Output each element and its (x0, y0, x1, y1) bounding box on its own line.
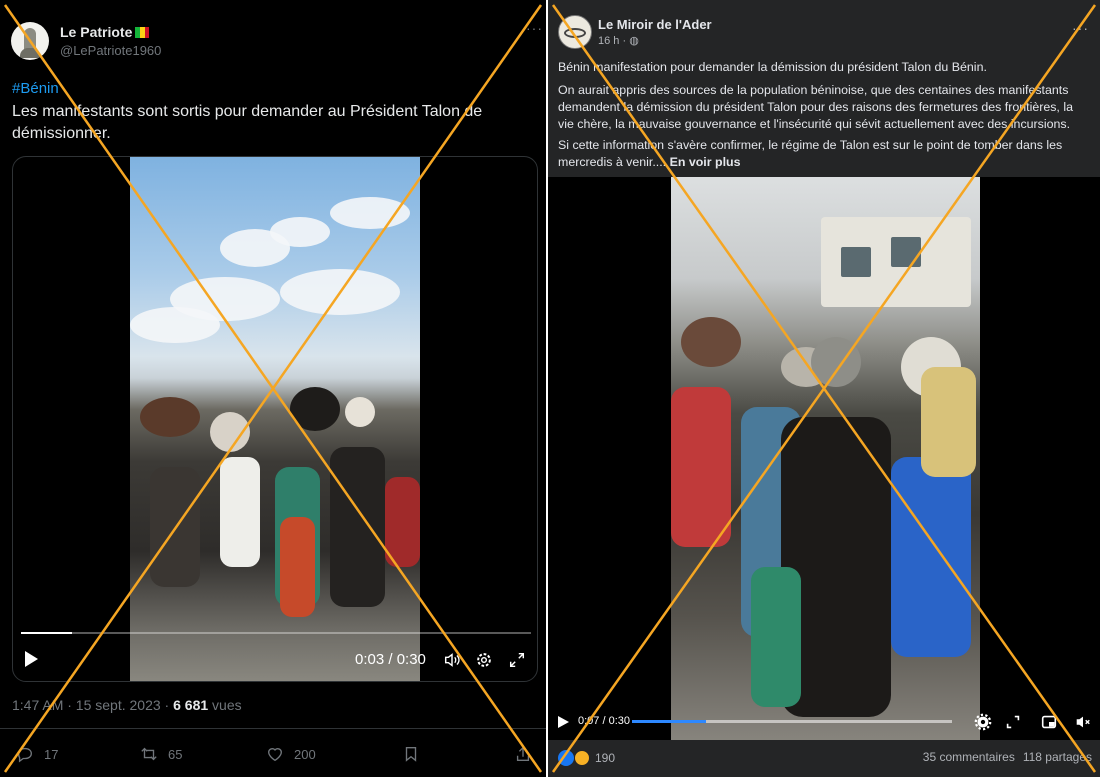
reactions-count: 190 (595, 751, 616, 765)
heart-icon (268, 748, 282, 762)
hashtag-link[interactable]: #Bénin (12, 80, 59, 97)
video-progress-fill (632, 720, 706, 723)
settings-gear-icon[interactable] (974, 713, 992, 731)
like-reaction-icon (558, 750, 574, 766)
mali-flag-icon (135, 26, 150, 38)
fullscreen-icon[interactable] (1004, 713, 1022, 731)
see-more-link[interactable]: En voir plus (670, 155, 741, 169)
like-button[interactable]: 200 (266, 745, 316, 763)
tweet-meta: 1:47 AM · 15 sept. 2023 · 6 681 vues (12, 697, 242, 713)
post-time-text[interactable]: 16 h · (598, 35, 629, 47)
views-label: vues (208, 697, 242, 713)
post-paragraph-1: Bénin manifestation pour demander la dém… (558, 60, 987, 74)
video-progress-fill (21, 632, 72, 634)
user-handle[interactable]: @LePatriote1960 (60, 43, 161, 58)
profile-avatar[interactable] (11, 22, 49, 60)
post-paragraph-3-text: Si cette information s'avère confirmer, … (558, 138, 1063, 169)
display-name[interactable]: Le Patriote (60, 24, 150, 40)
display-name-text[interactable]: Le Patriote (60, 24, 132, 40)
shares-count[interactable]: 118 partages (1023, 750, 1092, 764)
facebook-post-panel: Le Miroir de l'Ader 16 h · ◍ ··· Bénin m… (548, 0, 1100, 777)
post-time[interactable]: 16 h · ◍ (598, 34, 639, 47)
page-name[interactable]: Le Miroir de l'Ader (598, 17, 712, 32)
share-button[interactable] (514, 745, 532, 763)
tweet-text: Les manifestants sont sortis pour demand… (12, 103, 483, 142)
reply-button[interactable]: 17 (16, 745, 58, 763)
post-paragraph-3: Si cette information s'avère confirmer, … (558, 137, 1092, 171)
more-options-icon[interactable]: ··· (1072, 20, 1089, 36)
repost-icon (141, 747, 157, 761)
play-icon[interactable] (558, 716, 569, 728)
volume-icon[interactable] (443, 651, 461, 669)
bookmark-icon (405, 747, 417, 762)
bookmark-button[interactable] (402, 745, 420, 763)
page-avatar[interactable] (558, 15, 592, 49)
video-frame (671, 177, 980, 740)
twitter-post-panel: Le Patriote @LePatriote1960 ··· #Bénin L… (0, 0, 546, 777)
more-options-icon[interactable]: ··· (526, 20, 543, 36)
repost-button[interactable]: 65 (140, 745, 182, 763)
repost-count: 65 (168, 746, 183, 762)
video-time: 0:03 / 0:30 (355, 651, 426, 668)
video-player[interactable]: 0:07 / 0:30 (548, 177, 1100, 740)
settings-gear-icon[interactable] (475, 651, 493, 669)
view-count: 6 681 (173, 697, 209, 713)
mute-icon[interactable] (1074, 713, 1092, 731)
like-count: 200 (294, 746, 316, 762)
haha-reaction-icon (574, 750, 590, 766)
video-time: 0:07 / 0:30 (578, 715, 630, 727)
post-paragraph-2: On aurait appris des sources de la popul… (558, 83, 1073, 131)
comments-count[interactable]: 35 commentaires (923, 750, 1015, 764)
video-progress-bar[interactable] (632, 720, 952, 723)
play-icon[interactable] (25, 651, 38, 667)
tweet-timestamp[interactable]: 1:47 AM · 15 sept. 2023 · (12, 697, 173, 713)
video-frame (130, 157, 420, 681)
divider (0, 728, 546, 729)
share-icon (516, 746, 530, 761)
reply-count: 17 (44, 746, 59, 762)
fullscreen-icon[interactable] (508, 651, 526, 669)
reply-icon (18, 747, 32, 763)
globe-icon: ◍ (629, 35, 639, 47)
reactions-summary[interactable]: 190 (558, 750, 615, 766)
video-player[interactable]: 0:03 / 0:30 (12, 156, 538, 682)
video-progress-bar[interactable] (21, 632, 531, 634)
picture-in-picture-icon[interactable] (1040, 713, 1058, 731)
engagement-counts: 35 commentaires 118 partages (923, 750, 1092, 764)
